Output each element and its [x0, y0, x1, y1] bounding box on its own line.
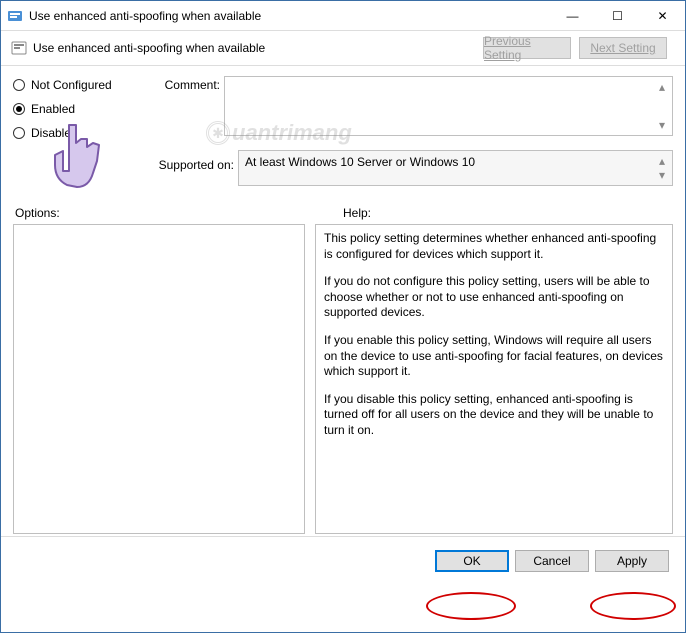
radio-disabled[interactable]: Disabled	[13, 126, 148, 140]
supported-on-label: Supported on:	[148, 150, 234, 172]
radio-label: Enabled	[31, 102, 75, 116]
scroll-up-icon[interactable]: ▴	[654, 79, 670, 95]
next-setting-button[interactable]: Next Setting	[579, 37, 667, 59]
titlebar: Use enhanced anti-spoofing when availabl…	[1, 1, 685, 31]
radio-icon	[13, 127, 25, 139]
minimize-button[interactable]: —	[550, 1, 595, 31]
scroll-down-icon[interactable]: ▾	[654, 117, 670, 133]
comment-label: Comment:	[148, 76, 220, 92]
annotation-ellipse	[426, 592, 516, 620]
close-button[interactable]: ✕	[640, 1, 685, 31]
help-text: This policy setting determines whether e…	[324, 231, 664, 262]
apply-button[interactable]: Apply	[595, 550, 669, 572]
state-radio-group: Not Configured Enabled Disabled	[13, 76, 148, 140]
previous-setting-button[interactable]: Previous Setting	[483, 37, 571, 59]
help-panel: This policy setting determines whether e…	[315, 224, 673, 534]
maximize-button[interactable]: ☐	[595, 1, 640, 31]
scroll-down-icon[interactable]: ▾	[654, 167, 670, 183]
policy-editor-window: Use enhanced anti-spoofing when availabl…	[0, 0, 686, 633]
cancel-button[interactable]: Cancel	[515, 550, 589, 572]
comment-textarea[interactable]: ▴ ▾	[224, 76, 673, 136]
options-panel	[13, 224, 305, 534]
radio-enabled[interactable]: Enabled	[13, 102, 148, 116]
app-icon	[7, 8, 23, 24]
policy-header-row: Use enhanced anti-spoofing when availabl…	[1, 31, 685, 66]
radio-label: Disabled	[31, 126, 78, 140]
help-text: If you do not configure this policy sett…	[324, 274, 664, 321]
dialog-buttons: OK Cancel Apply	[1, 536, 685, 584]
body-area: Not Configured Enabled Disabled Comment:…	[1, 66, 685, 534]
policy-title: Use enhanced anti-spoofing when availabl…	[33, 41, 483, 55]
ok-button[interactable]: OK	[435, 550, 509, 572]
supported-on-textarea: At least Windows 10 Server or Windows 10…	[238, 150, 673, 186]
annotation-ellipse	[590, 592, 676, 620]
help-label: Help:	[343, 206, 371, 220]
policy-icon	[11, 40, 27, 56]
options-label: Options:	[15, 206, 343, 220]
supported-on-value: At least Windows 10 Server or Windows 10	[245, 155, 475, 169]
radio-label: Not Configured	[31, 78, 112, 92]
radio-icon	[13, 103, 25, 115]
help-text: If you enable this policy setting, Windo…	[324, 333, 664, 380]
help-text: If you disable this policy setting, enha…	[324, 392, 664, 439]
radio-not-configured[interactable]: Not Configured	[13, 78, 148, 92]
radio-icon	[13, 79, 25, 91]
window-title: Use enhanced anti-spoofing when availabl…	[29, 9, 550, 23]
